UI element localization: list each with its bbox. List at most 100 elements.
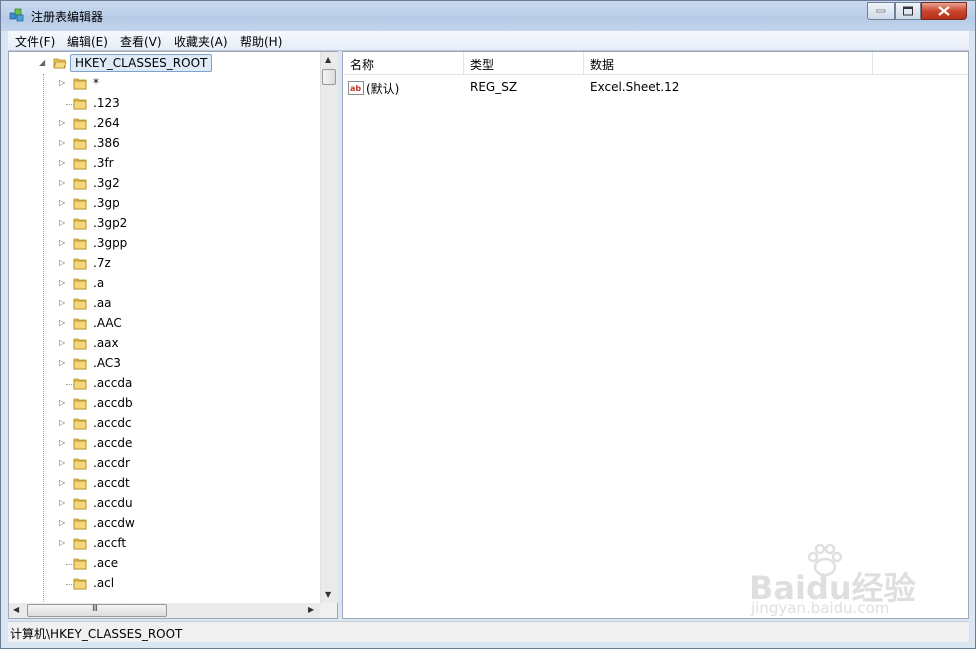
- column-divider[interactable]: [583, 52, 584, 74]
- tree-node[interactable]: ▷ .7z: [9, 254, 320, 274]
- tree-node[interactable]: ▷ .aa: [9, 294, 320, 314]
- expand-icon[interactable]: ▷: [59, 538, 65, 547]
- tree-node[interactable]: ▷ .3g2: [9, 174, 320, 194]
- menu-help[interactable]: 帮助(H): [240, 33, 282, 50]
- tree-node-label[interactable]: .3gpp: [93, 236, 127, 250]
- column-divider[interactable]: [872, 52, 873, 74]
- tree-node[interactable]: .123: [9, 94, 320, 114]
- column-name-header[interactable]: 名称: [350, 56, 374, 73]
- tree-node[interactable]: ▷ .AAC: [9, 314, 320, 334]
- value-list-pane[interactable]: 名称 类型 数据 ab (默认) REG_SZ Excel.Sheet.12: [342, 51, 969, 619]
- key-tree[interactable]: ◢ HKEY_CLASSES_ROOT ▷ * .123 ▷ .264 ▷ .386 ▷ .3f…: [9, 52, 320, 603]
- tree-node[interactable]: ▷ .accdt: [9, 474, 320, 494]
- scroll-left-icon[interactable]: ◀: [13, 605, 19, 614]
- expand-icon[interactable]: ▷: [59, 518, 65, 527]
- tree-node-label[interactable]: .a: [93, 276, 104, 290]
- tree-node[interactable]: .acl: [9, 574, 320, 594]
- expand-icon[interactable]: ▷: [59, 358, 65, 367]
- value-row[interactable]: ab (默认) REG_SZ Excel.Sheet.12: [343, 78, 968, 98]
- tree-node-label[interactable]: .386: [93, 136, 120, 150]
- expand-icon[interactable]: ▷: [59, 438, 65, 447]
- expand-icon[interactable]: ▷: [59, 418, 65, 427]
- expand-icon[interactable]: ▷: [59, 318, 65, 327]
- tree-node[interactable]: ▷ .AC3: [9, 354, 320, 374]
- expand-icon[interactable]: ▷: [59, 218, 65, 227]
- expand-icon[interactable]: ▷: [59, 298, 65, 307]
- tree-node[interactable]: ▷ .accft: [9, 534, 320, 554]
- expand-icon[interactable]: ▷: [59, 478, 65, 487]
- tree-root-label[interactable]: HKEY_CLASSES_ROOT: [70, 54, 213, 72]
- column-data-header[interactable]: 数据: [590, 56, 614, 73]
- tree-node-label[interactable]: *: [93, 76, 99, 90]
- title-bar[interactable]: 注册表编辑器: [1, 1, 975, 31]
- tree-node[interactable]: .ace: [9, 554, 320, 574]
- tree-node[interactable]: ▷ .accdw: [9, 514, 320, 534]
- collapse-icon[interactable]: ◢: [39, 58, 45, 67]
- tree-node-label[interactable]: .aa: [93, 296, 112, 310]
- tree-node[interactable]: ▷ .3gp2: [9, 214, 320, 234]
- tree-node-label[interactable]: .ace: [93, 556, 118, 570]
- tree-node-label[interactable]: .123: [93, 96, 120, 110]
- tree-node[interactable]: ▷ .accdu: [9, 494, 320, 514]
- expand-icon[interactable]: ▷: [59, 338, 65, 347]
- tree-horizontal-scrollbar[interactable]: ◀ III ▶: [9, 603, 320, 618]
- expand-icon[interactable]: ▷: [59, 138, 65, 147]
- expand-icon[interactable]: ▷: [59, 458, 65, 467]
- tree-node-label[interactable]: .accda: [93, 376, 132, 390]
- tree-node[interactable]: ▷ .accdr: [9, 454, 320, 474]
- tree-node[interactable]: .accda: [9, 374, 320, 394]
- minimize-button[interactable]: [867, 2, 895, 20]
- tree-node-label[interactable]: .accdt: [93, 476, 130, 490]
- tree-node-label[interactable]: .acl: [93, 576, 114, 590]
- tree-vscroll-thumb[interactable]: [322, 69, 336, 85]
- tree-node-label[interactable]: .accft: [93, 536, 126, 550]
- expand-icon[interactable]: ▷: [59, 158, 65, 167]
- tree-node-label[interactable]: .7z: [93, 256, 111, 270]
- expand-icon[interactable]: ▷: [59, 78, 65, 87]
- tree-node[interactable]: ▷ .3gp: [9, 194, 320, 214]
- tree-vertical-scrollbar[interactable]: ▲ ▼: [320, 52, 338, 603]
- expand-icon[interactable]: ▷: [59, 398, 65, 407]
- tree-node[interactable]: ▷ .aax: [9, 334, 320, 354]
- expand-icon[interactable]: ▷: [59, 498, 65, 507]
- tree-node-label[interactable]: .AAC: [93, 316, 122, 330]
- maximize-button[interactable]: [895, 2, 921, 20]
- tree-node-label[interactable]: .accdc: [93, 416, 132, 430]
- expand-icon[interactable]: ▷: [59, 258, 65, 267]
- tree-node-label[interactable]: .3fr: [93, 156, 114, 170]
- tree-node-label[interactable]: .accdw: [93, 516, 135, 530]
- tree-node[interactable]: ▷ .3fr: [9, 154, 320, 174]
- tree-node[interactable]: ▷ .386: [9, 134, 320, 154]
- tree-node[interactable]: ▷ .accdc: [9, 414, 320, 434]
- expand-icon[interactable]: ▷: [59, 278, 65, 287]
- close-button[interactable]: [921, 2, 967, 20]
- menu-favorites[interactable]: 收藏夹(A): [174, 33, 228, 50]
- tree-node-label[interactable]: .accde: [93, 436, 132, 450]
- tree-node-label[interactable]: .3g2: [93, 176, 120, 190]
- expand-icon[interactable]: ▷: [59, 178, 65, 187]
- tree-node-label[interactable]: .accdu: [93, 496, 133, 510]
- column-divider[interactable]: [463, 52, 464, 74]
- tree-node[interactable]: ▷ .accde: [9, 434, 320, 454]
- tree-node-label[interactable]: .accdb: [93, 396, 133, 410]
- tree-node-label[interactable]: .AC3: [93, 356, 121, 370]
- scroll-up-icon[interactable]: ▲: [325, 55, 331, 64]
- menu-view[interactable]: 查看(V): [120, 33, 162, 50]
- scroll-right-icon[interactable]: ▶: [308, 605, 314, 614]
- column-type-header[interactable]: 类型: [470, 56, 494, 73]
- tree-node-label[interactable]: .accdr: [93, 456, 130, 470]
- tree-root-row[interactable]: ◢ HKEY_CLASSES_ROOT: [9, 54, 320, 74]
- menu-file[interactable]: 文件(F): [15, 33, 55, 50]
- menu-edit[interactable]: 编辑(E): [67, 33, 108, 50]
- expand-icon[interactable]: ▷: [59, 198, 65, 207]
- tree-node-label[interactable]: .264: [93, 116, 120, 130]
- key-tree-pane[interactable]: ◢ HKEY_CLASSES_ROOT ▷ * .123 ▷ .264 ▷ .386 ▷ .3f…: [8, 51, 338, 619]
- tree-node-label[interactable]: .3gp: [93, 196, 120, 210]
- tree-node[interactable]: ▷ *: [9, 74, 320, 94]
- tree-node[interactable]: ▷ .264: [9, 114, 320, 134]
- scroll-down-icon[interactable]: ▼: [325, 590, 331, 599]
- expand-icon[interactable]: ▷: [59, 238, 65, 247]
- tree-hscroll-thumb[interactable]: III: [27, 604, 167, 617]
- tree-node-label[interactable]: .aax: [93, 336, 119, 350]
- tree-node[interactable]: ▷ .accdb: [9, 394, 320, 414]
